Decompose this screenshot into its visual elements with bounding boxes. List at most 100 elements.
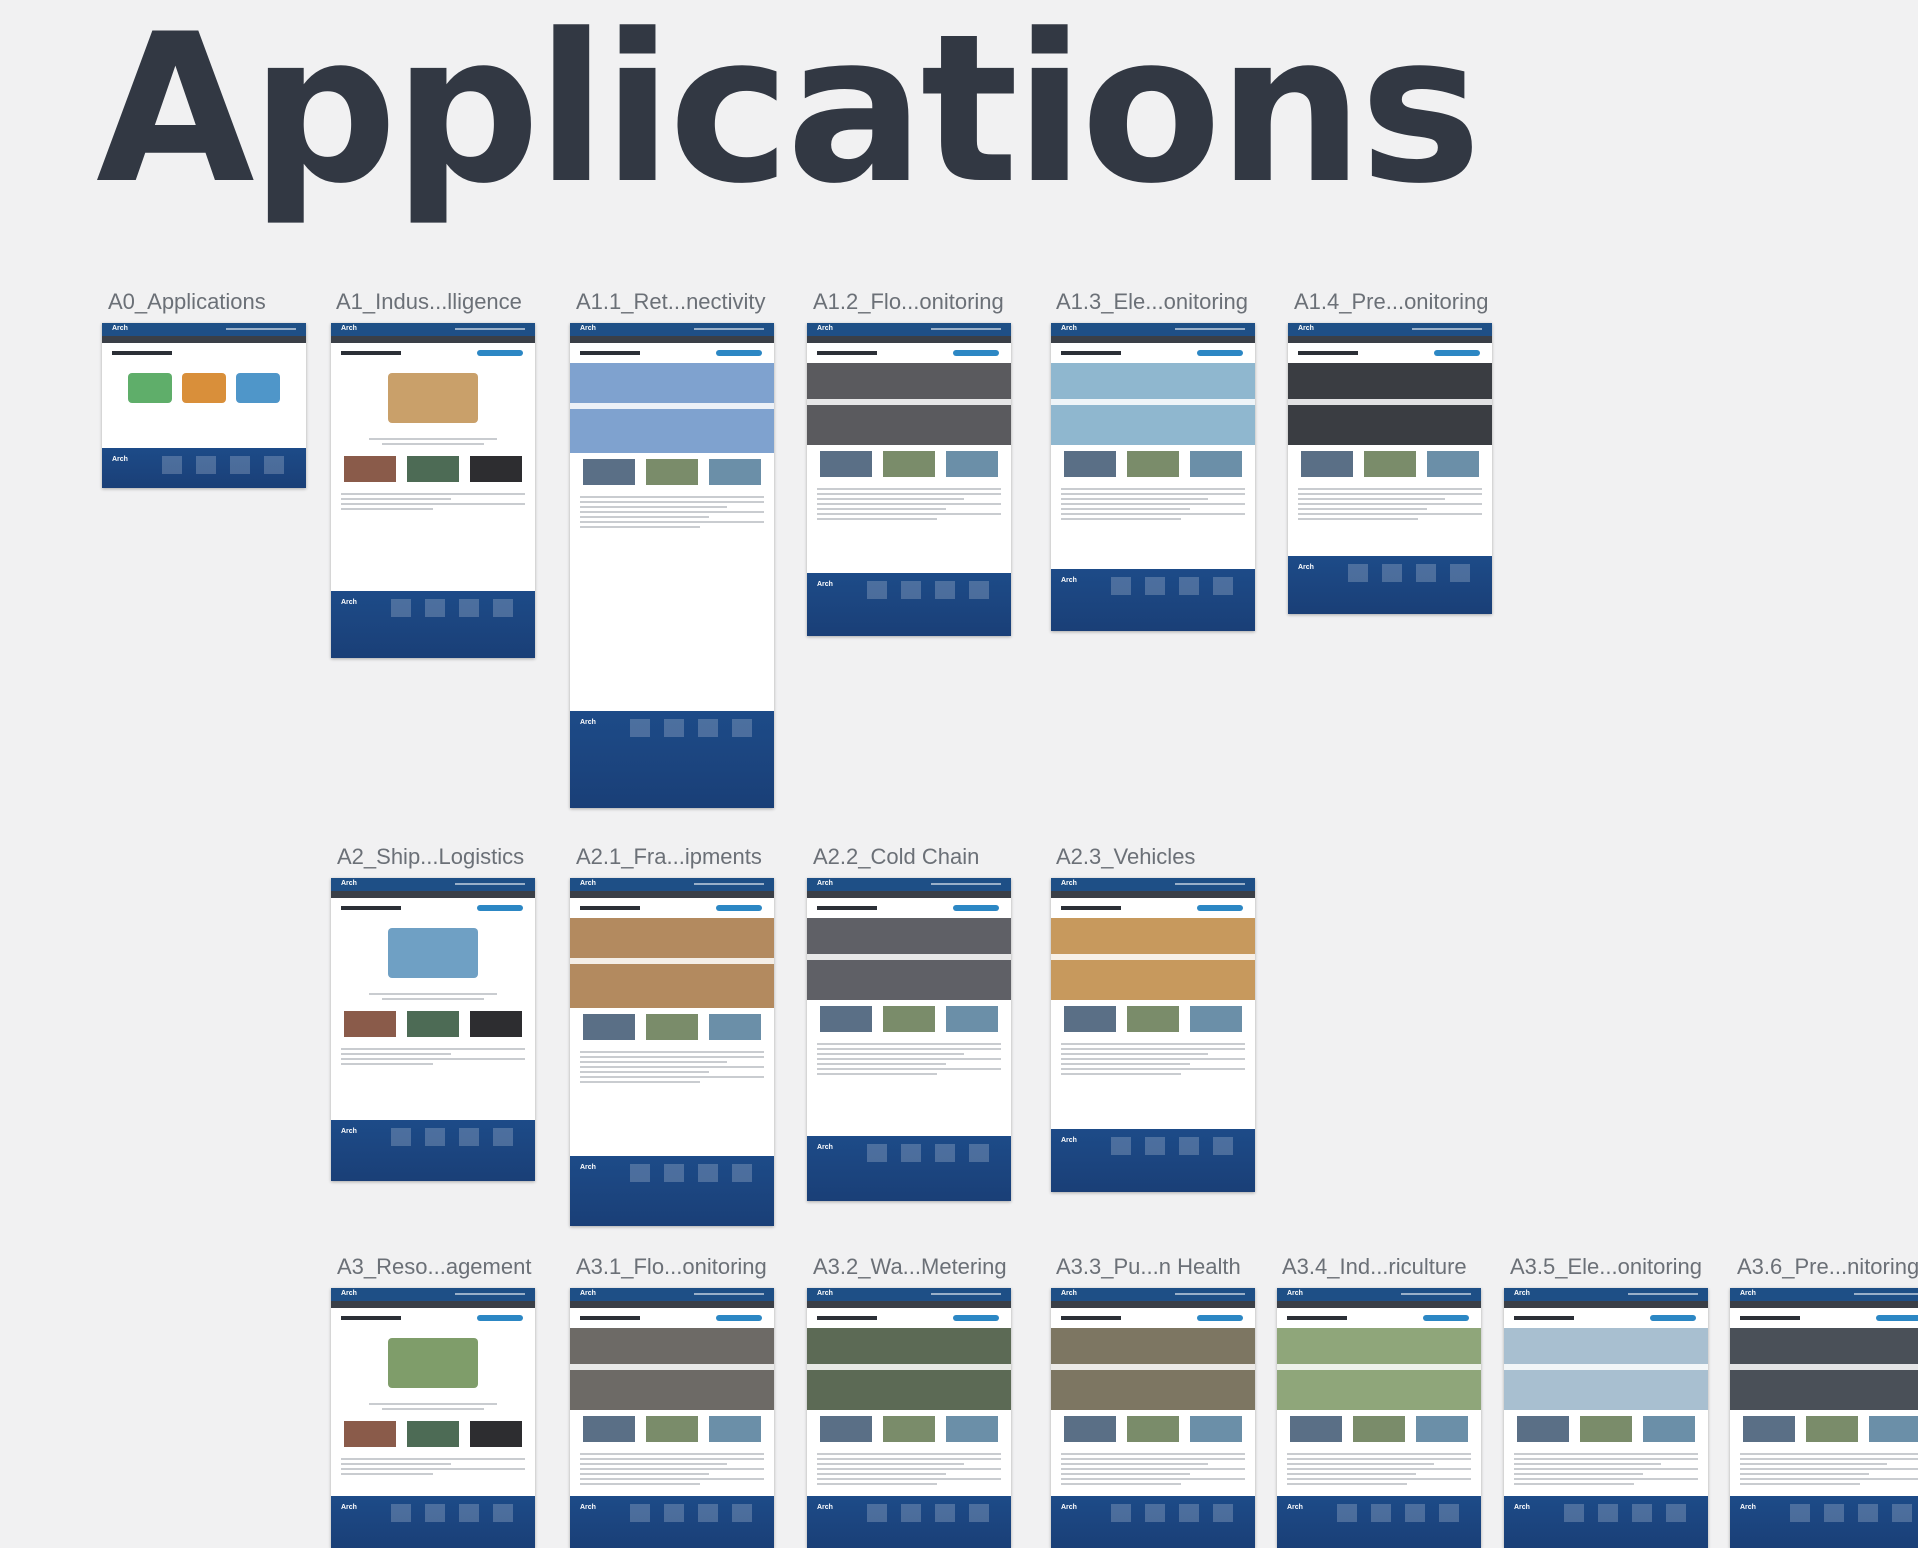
thumb-images <box>331 450 535 488</box>
artboard-label[interactable]: A0_Applications <box>108 291 266 313</box>
artboard-label[interactable]: A3.4_Ind...riculture <box>1282 1256 1467 1278</box>
thumb-hero-image <box>1051 918 1255 1000</box>
artboard-thumbnail[interactable]: Arch Arch <box>1051 1288 1255 1548</box>
artboard-label[interactable]: A2.1_Fra...ipments <box>576 846 762 868</box>
thumb-nav-links <box>694 883 764 885</box>
thumb-nav-links <box>931 328 1001 330</box>
artboard-label[interactable]: A1.3_Ele...onitoring <box>1056 291 1248 313</box>
artboard-thumbnail[interactable]: Arch Arch <box>570 1288 774 1548</box>
artboard-thumbnail[interactable]: Arch Arch <box>570 323 774 808</box>
thumb-heading <box>331 898 535 918</box>
artboard-label[interactable]: A3.6_Pre...nitoring <box>1737 1256 1918 1278</box>
thumb-topbar: Arch <box>807 323 1011 336</box>
thumb-subnav <box>570 1301 774 1308</box>
thumb-logo: Arch <box>112 325 128 332</box>
thumb-images <box>1504 1410 1708 1448</box>
thumb-subnav <box>1504 1301 1708 1308</box>
thumb-subnav <box>331 1301 535 1308</box>
thumb-topbar: Arch <box>1051 878 1255 891</box>
artboard-label[interactable]: A3_Reso...agement <box>337 1256 531 1278</box>
thumb-text <box>570 1448 774 1490</box>
thumb-heading <box>1730 1308 1918 1328</box>
artboard-label[interactable]: A1.1_Ret...nectivity <box>576 291 766 313</box>
thumb-hero-image <box>807 363 1011 445</box>
thumb-text <box>331 1398 535 1415</box>
thumb-topbar: Arch <box>1051 1288 1255 1301</box>
thumb-illustration <box>331 363 535 433</box>
thumb-text <box>1277 1448 1481 1490</box>
thumb-topbar: Arch <box>1051 323 1255 336</box>
thumb-subnav <box>1051 1301 1255 1308</box>
artboard-thumbnail[interactable]: Arch Arch <box>102 323 306 488</box>
thumb-subnav <box>570 336 774 343</box>
thumb-footer: Arch <box>1051 1496 1255 1548</box>
thumb-nav-links <box>1175 883 1245 885</box>
thumb-nav-links <box>1175 328 1245 330</box>
thumb-illustration <box>331 1328 535 1398</box>
thumb-images <box>570 453 774 491</box>
artboard-thumbnail[interactable]: Arch Arch <box>331 323 535 658</box>
thumb-nav-links <box>931 1293 1001 1295</box>
thumb-images <box>1277 1410 1481 1448</box>
thumb-heading <box>570 898 774 918</box>
thumb-hero-image <box>1051 363 1255 445</box>
thumb-footer: Arch <box>1051 1129 1255 1192</box>
artboard-label[interactable]: A2.2_Cold Chain <box>813 846 979 868</box>
thumb-subnav <box>807 1301 1011 1308</box>
thumb-logo: Arch <box>1298 325 1314 332</box>
artboard-thumbnail[interactable]: Arch Arch <box>331 1288 535 1548</box>
thumb-text <box>570 1046 774 1088</box>
thumb-text <box>807 1038 1011 1080</box>
thumb-footer: Arch <box>1730 1496 1918 1548</box>
thumb-footer: Arch <box>1277 1496 1481 1548</box>
thumb-images <box>1051 445 1255 483</box>
thumb-topbar: Arch <box>331 323 535 336</box>
artboard-label[interactable]: A3.3_Pu...n Health <box>1056 1256 1241 1278</box>
thumb-topbar: Arch <box>570 1288 774 1301</box>
thumb-nav-links <box>455 1293 525 1295</box>
artboard-label[interactable]: A3.1_Flo...onitoring <box>576 1256 767 1278</box>
artboard-thumbnail[interactable]: Arch Arch <box>807 323 1011 636</box>
thumb-footer: Arch <box>807 1496 1011 1548</box>
artboard-thumbnail[interactable]: Arch Arch <box>1730 1288 1918 1548</box>
thumb-text <box>331 433 535 450</box>
artboard-label[interactable]: A3.5_Ele...onitoring <box>1510 1256 1702 1278</box>
artboard-thumbnail[interactable]: Arch Arch <box>1051 323 1255 631</box>
artboard-canvas[interactable]: Applications A0_Applications Arch Arch A1… <box>0 0 1918 1548</box>
thumb-text <box>807 1448 1011 1490</box>
artboard-thumbnail[interactable]: Arch Arch <box>807 878 1011 1201</box>
thumb-nav-links <box>455 328 525 330</box>
thumb-subnav <box>331 891 535 898</box>
artboard-thumbnail[interactable]: Arch Arch <box>570 878 774 1226</box>
thumb-subnav <box>807 336 1011 343</box>
artboard-label[interactable]: A2.3_Vehicles <box>1056 846 1195 868</box>
artboard-thumbnail[interactable]: Arch Arch <box>1288 323 1492 614</box>
thumb-logo: Arch <box>341 325 357 332</box>
artboard-label[interactable]: A3.2_Wa...Metering <box>813 1256 1007 1278</box>
thumb-heading <box>331 343 535 363</box>
artboard-thumbnail[interactable]: Arch Arch <box>1051 878 1255 1192</box>
thumb-subnav <box>570 891 774 898</box>
artboard-label[interactable]: A2_Ship...Logistics <box>337 846 524 868</box>
thumb-images <box>807 1000 1011 1038</box>
artboard-label[interactable]: A1.2_Flo...onitoring <box>813 291 1004 313</box>
thumb-topbar: Arch <box>1504 1288 1708 1301</box>
thumb-footer: Arch <box>1504 1496 1708 1548</box>
thumb-footer: Arch <box>331 591 535 658</box>
thumb-topbar: Arch <box>331 878 535 891</box>
thumb-heading <box>331 1308 535 1328</box>
thumb-heading <box>1051 1308 1255 1328</box>
artboard-thumbnail[interactable]: Arch Arch <box>1277 1288 1481 1548</box>
thumb-nav-links <box>455 883 525 885</box>
artboard-thumbnail[interactable]: Arch Arch <box>1504 1288 1708 1548</box>
artboard-label[interactable]: A1_Indus...lligence <box>336 291 522 313</box>
thumb-heading <box>1288 343 1492 363</box>
artboard-thumbnail[interactable]: Arch Arch <box>807 1288 1011 1548</box>
artboard-thumbnail[interactable]: Arch Arch <box>331 878 535 1181</box>
thumb-text <box>1051 1038 1255 1080</box>
thumb-topbar: Arch <box>1730 1288 1918 1301</box>
thumb-hero-image <box>570 363 774 453</box>
thumb-footer: Arch <box>331 1496 535 1548</box>
artboard-label[interactable]: A1.4_Pre...onitoring <box>1294 291 1488 313</box>
thumb-hero-image <box>1288 363 1492 445</box>
